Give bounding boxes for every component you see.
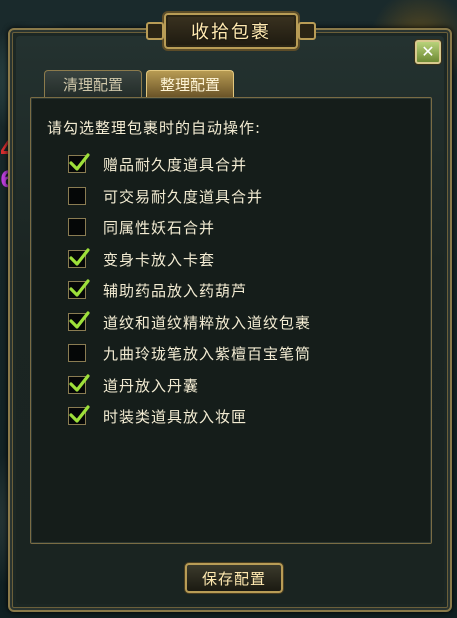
option-label: 同属性妖石合并 [103,218,216,237]
option-row[interactable]: 赠品耐久度道具合并 [68,153,408,175]
option-checkbox[interactable] [68,344,86,362]
option-label: 赠品耐久度道具合并 [103,155,248,174]
option-checkbox[interactable] [68,153,90,173]
checkmark-icon [69,374,90,392]
window-title: 收拾包裹 [191,22,271,43]
option-checkbox[interactable] [68,248,90,268]
option-row[interactable]: 道丹放入丹囊 [68,374,408,396]
checkmark-icon [69,248,90,266]
save-config-label: 保存配置 [201,569,266,588]
option-row[interactable]: 可交易耐久度道具合并 [68,185,408,207]
option-checkbox[interactable] [68,405,90,425]
option-checkbox[interactable] [68,187,86,205]
option-checkbox[interactable] [68,218,86,236]
option-label: 变身卡放入卡套 [103,250,216,269]
option-label: 道丹放入丹囊 [103,376,200,395]
option-label: 可交易耐久度道具合并 [103,187,264,206]
option-label: 时装类道具放入妆匣 [103,407,248,426]
option-row[interactable]: 同属性妖石合并 [68,216,408,238]
option-row[interactable]: 时装类道具放入妆匣 [68,405,408,427]
tab-label: 清理配置 [62,75,123,94]
option-row[interactable]: 道纹和道纹精粹放入道纹包裹 [68,311,408,333]
option-row[interactable]: 辅助药品放入药葫芦 [68,279,408,301]
tab-sort-config[interactable]: 整理配置 [146,70,234,97]
tab-clean-config[interactable]: 清理配置 [44,70,142,97]
option-row[interactable]: 九曲玲珑笔放入紫檀百宝笔筒 [68,342,408,364]
checkmark-icon [69,405,90,423]
panel-heading: 请勾选整理包裹时的自动操作: [47,119,262,137]
option-label: 道纹和道纹精粹放入道纹包裹 [103,313,312,332]
checkmark-icon [69,153,90,171]
tab-label: 整理配置 [159,75,220,94]
close-button[interactable]: ✕ [415,40,441,64]
window-title-plate: 收拾包裹 [146,13,316,49]
option-row[interactable]: 变身卡放入卡套 [68,248,408,270]
option-label: 辅助药品放入药葫芦 [103,281,248,300]
checkmark-icon [69,311,90,329]
option-label: 九曲玲珑笔放入紫檀百宝笔筒 [103,344,312,363]
close-icon: ✕ [421,42,435,61]
option-checkbox[interactable] [68,374,90,394]
save-config-button[interactable]: 保存配置 [185,563,283,593]
option-checkbox[interactable] [68,311,90,331]
checkmark-icon [69,279,90,297]
option-checkbox[interactable] [68,279,90,299]
